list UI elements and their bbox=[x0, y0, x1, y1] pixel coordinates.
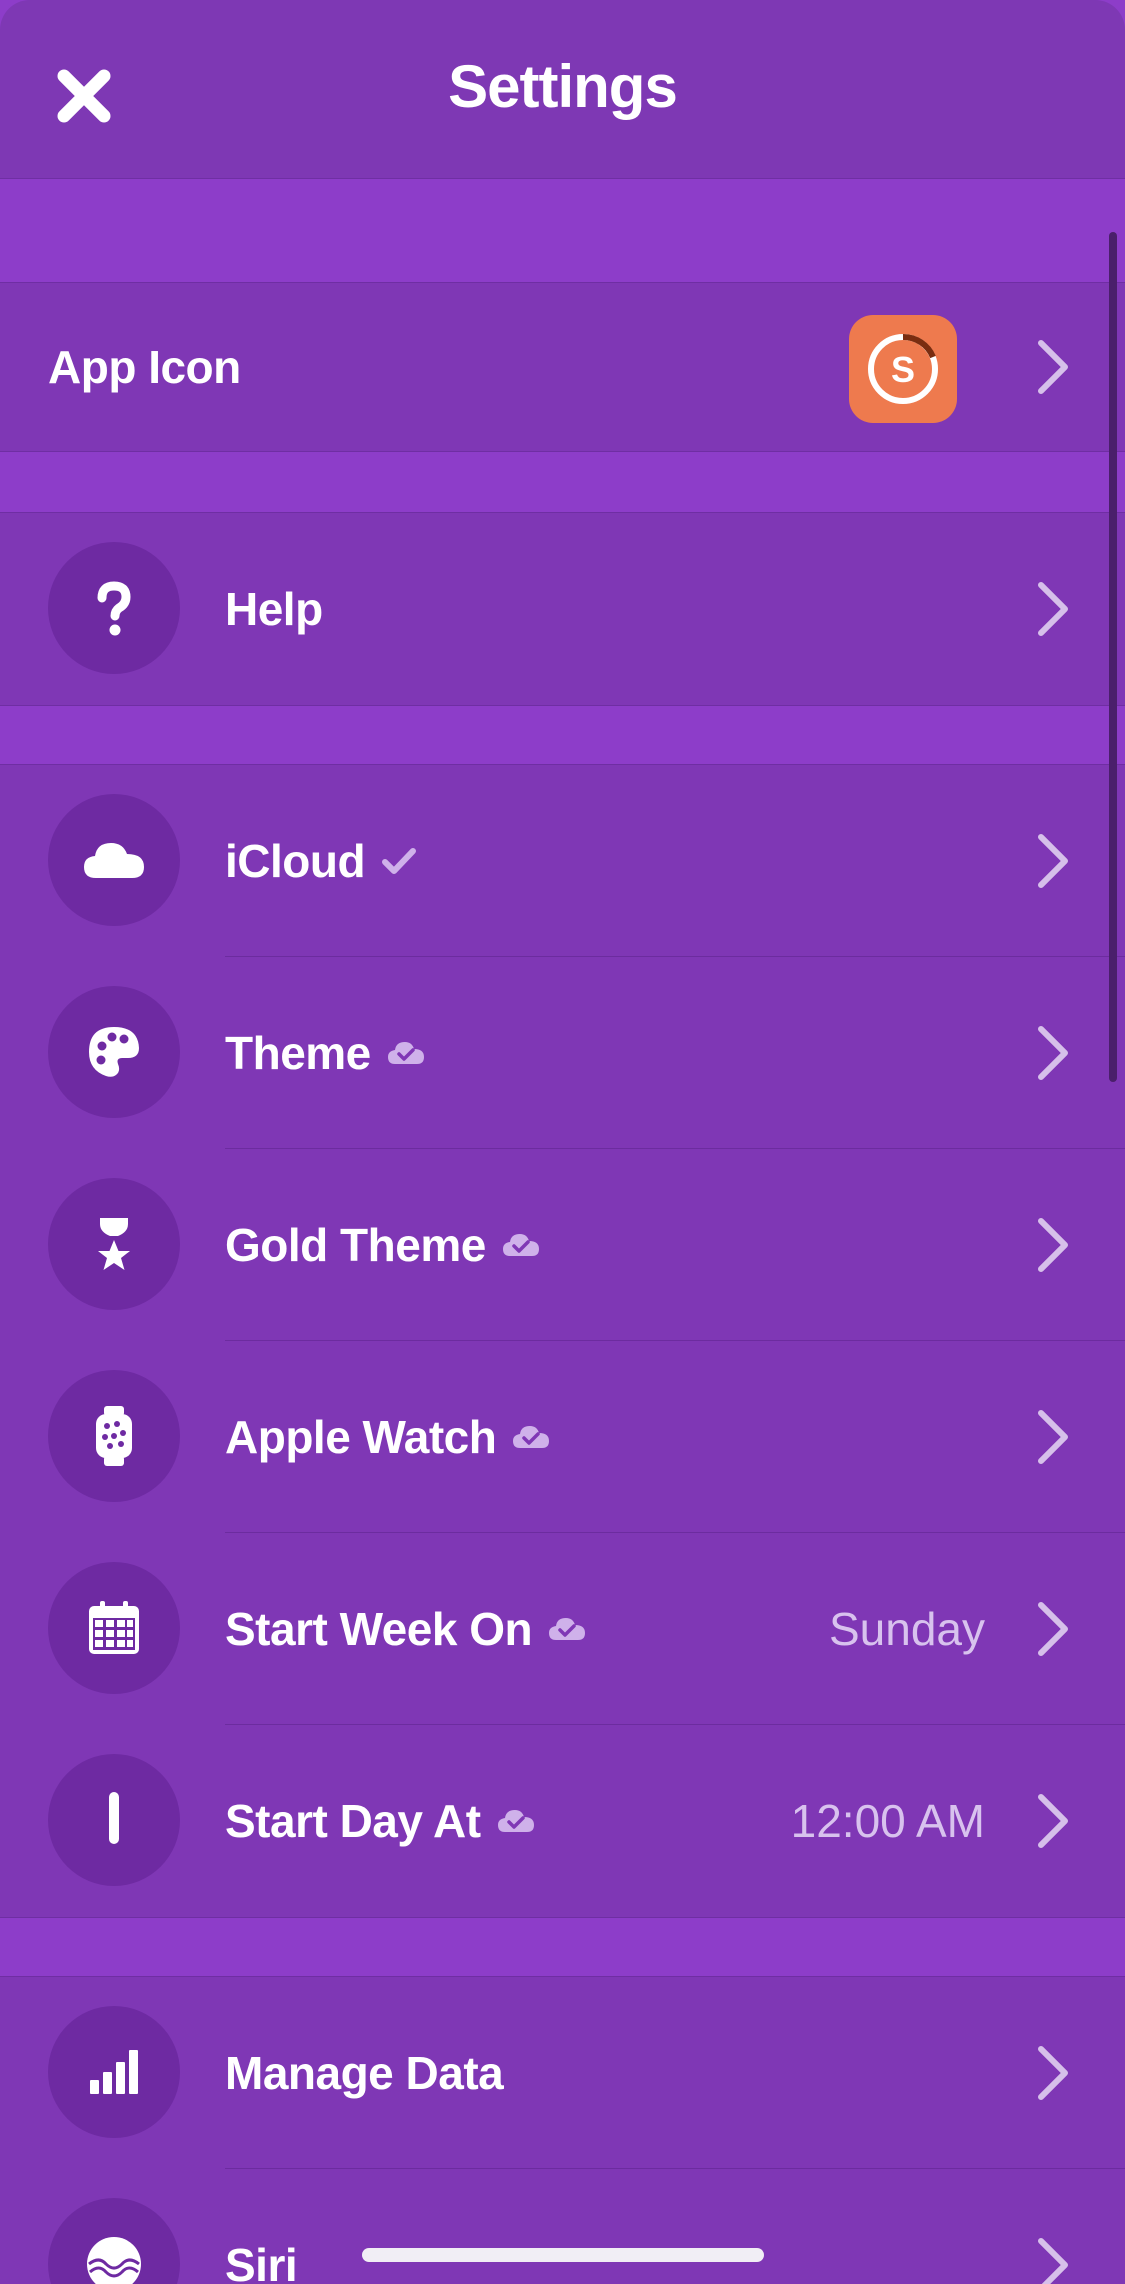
cloud-check-icon bbox=[502, 1234, 539, 1256]
icloud-label: iCloud bbox=[225, 765, 417, 957]
check-icon bbox=[382, 848, 417, 874]
help-row[interactable]: Help bbox=[0, 513, 1125, 705]
theme-label: Theme bbox=[225, 957, 425, 1149]
apple-watch-label: Apple Watch bbox=[225, 1341, 550, 1533]
nav-bar: Settings bbox=[0, 0, 1125, 179]
start-week-label: Start Week On bbox=[225, 1533, 586, 1725]
app-icon-section: App Icon S bbox=[0, 282, 1125, 452]
scrollbar[interactable] bbox=[1109, 232, 1117, 1082]
page-title: Settings bbox=[448, 53, 678, 120]
cloud-check-icon bbox=[497, 1810, 534, 1832]
palette-icon bbox=[89, 1027, 139, 1077]
cloud-icon bbox=[84, 843, 144, 878]
app-icon-preview: S bbox=[849, 315, 957, 423]
app-icon-letter: S bbox=[891, 349, 915, 390]
home-indicator[interactable] bbox=[362, 2248, 764, 2262]
calendar-icon bbox=[89, 1601, 139, 1654]
cloud-check-icon bbox=[549, 1618, 586, 1640]
question-icon bbox=[97, 581, 131, 636]
theme-icon-circle bbox=[48, 986, 180, 1118]
chevron-right-icon bbox=[1038, 2238, 1068, 2284]
chevron-right-icon bbox=[1038, 340, 1068, 394]
app-icon-row[interactable]: App Icon S bbox=[0, 283, 1125, 451]
help-label: Help bbox=[225, 583, 323, 635]
chevron-right-icon bbox=[1038, 1794, 1068, 1848]
preferences-section: iCloud Theme Gold Theme Apple Watch Star… bbox=[0, 764, 1125, 1918]
chevron-right-icon bbox=[1038, 1218, 1068, 1272]
cloud-check-icon bbox=[387, 1042, 424, 1064]
watch-icon bbox=[96, 1406, 132, 1466]
bar-chart-icon bbox=[90, 2050, 138, 2094]
settings-row-icloud[interactable]: iCloud bbox=[0, 765, 1125, 957]
chevron-right-icon bbox=[1038, 834, 1068, 888]
start-day-value: 12:00 AM bbox=[790, 1795, 985, 1847]
settings-row-start-day-at[interactable]: Start Day At 12:00 AM bbox=[0, 1725, 1125, 1917]
data-section: Manage Data Siri bbox=[0, 1976, 1125, 2284]
chevron-right-icon bbox=[1038, 582, 1068, 636]
start-week-icon-circle bbox=[48, 1562, 180, 1694]
settings-row-siri[interactable]: Siri bbox=[0, 2169, 1125, 2284]
trophy-icon bbox=[98, 1218, 130, 1270]
app-icon-label: App Icon bbox=[48, 341, 241, 393]
icloud-icon-circle bbox=[48, 794, 180, 926]
settings-row-manage-data[interactable]: Manage Data bbox=[0, 1977, 1125, 2169]
help-section: Help bbox=[0, 512, 1125, 706]
chevron-right-icon bbox=[1038, 1026, 1068, 1080]
chevron-right-icon bbox=[1038, 1410, 1068, 1464]
chevron-right-icon bbox=[1038, 2046, 1068, 2100]
start-day-icon-circle bbox=[48, 1754, 180, 1886]
clock-hand-icon bbox=[109, 1792, 119, 1844]
siri-icon bbox=[87, 2237, 141, 2284]
start-day-label: Start Day At bbox=[225, 1725, 535, 1917]
settings-sheet: Settings App Icon S Help iCloud Theme Go… bbox=[0, 0, 1125, 2284]
settings-row-theme[interactable]: Theme bbox=[0, 957, 1125, 1149]
manage-data-icon-circle bbox=[48, 2006, 180, 2138]
settings-row-start-week-on[interactable]: Start Week On Sunday bbox=[0, 1533, 1125, 1725]
manage-data-label: Manage Data bbox=[225, 2047, 504, 2099]
help-icon-circle bbox=[48, 542, 180, 674]
start-week-value: Sunday bbox=[828, 1603, 985, 1655]
chevron-right-icon bbox=[1038, 1602, 1068, 1656]
settings-row-gold-theme[interactable]: Gold Theme bbox=[0, 1149, 1125, 1341]
siri-icon-circle bbox=[48, 2198, 180, 2284]
apple-watch-icon-circle bbox=[48, 1370, 180, 1502]
cloud-check-icon bbox=[513, 1426, 550, 1448]
gold-theme-label: Gold Theme bbox=[225, 1149, 540, 1341]
settings-row-apple-watch[interactable]: Apple Watch bbox=[0, 1341, 1125, 1533]
siri-label: Siri bbox=[225, 2239, 298, 2284]
gold-theme-icon-circle bbox=[48, 1178, 180, 1310]
